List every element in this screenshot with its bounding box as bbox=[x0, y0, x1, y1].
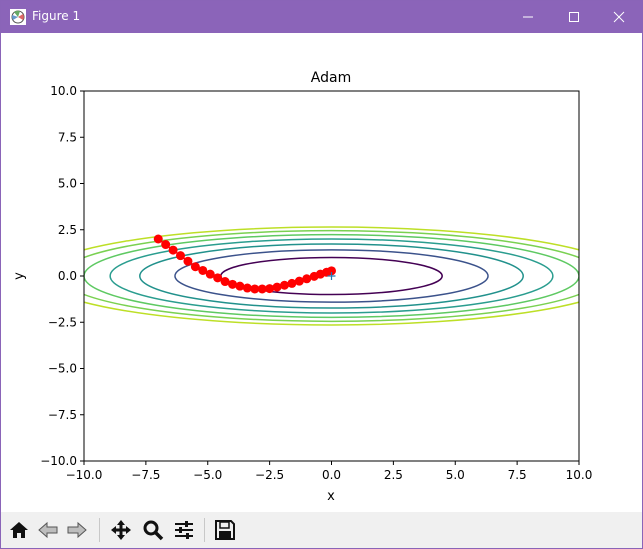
x-tick-label: 2.5 bbox=[384, 468, 403, 482]
navigation-toolbar bbox=[1, 512, 642, 548]
magnifier-icon bbox=[143, 520, 164, 541]
toolbar-separator bbox=[99, 518, 100, 542]
sliders-icon bbox=[175, 521, 193, 539]
chart-title: Adam bbox=[311, 70, 351, 86]
path-point bbox=[168, 245, 178, 255]
path-point bbox=[153, 234, 163, 244]
move-icon bbox=[111, 520, 131, 540]
forward-arrow-icon bbox=[67, 521, 87, 539]
y-tick-label: 2.5 bbox=[58, 223, 77, 237]
maximize-button[interactable] bbox=[551, 1, 597, 33]
y-tick-label: −7.5 bbox=[48, 408, 77, 422]
minimize-icon bbox=[523, 16, 533, 18]
minimize-button[interactable] bbox=[505, 1, 551, 33]
x-tick-label: 5.0 bbox=[446, 468, 465, 482]
y-tick-label: 5.0 bbox=[58, 177, 77, 191]
figure-window: Figure 1 Adam −10.0 −7.5 −5.0 −2.5 0.0 2.5 5. bbox=[0, 0, 643, 549]
x-tick-label: −7.5 bbox=[131, 468, 160, 482]
x-tick-label: 7.5 bbox=[508, 468, 527, 482]
pan-button[interactable] bbox=[108, 516, 134, 544]
x-tick-label: −10.0 bbox=[66, 468, 103, 482]
window-title: Figure 1 bbox=[32, 9, 81, 23]
x-tick-label: 0.0 bbox=[322, 468, 341, 482]
configure-subplots-button[interactable] bbox=[171, 516, 197, 544]
y-tick-label: 0.0 bbox=[58, 269, 77, 283]
y-tick-label: −10.0 bbox=[40, 454, 77, 468]
x-axis-ticks: −10.0 −7.5 −5.0 −2.5 0.0 2.5 5.0 7.5 10.0 bbox=[66, 461, 593, 482]
y-tick-label: −5.0 bbox=[48, 362, 77, 376]
title-bar[interactable]: Figure 1 bbox=[1, 1, 642, 33]
plot-svg: Adam −10.0 −7.5 −5.0 −2.5 0.0 2.5 5.0 7.5 10.0 1… bbox=[12, 70, 593, 504]
y-tick-label: 7.5 bbox=[58, 130, 77, 144]
x-tick-label: −5.0 bbox=[193, 468, 222, 482]
close-button[interactable] bbox=[596, 1, 642, 33]
zoom-button[interactable] bbox=[140, 516, 166, 544]
home-button[interactable] bbox=[6, 516, 32, 544]
y-axis-ticks: 10.0 7.5 5.0 2.5 0.0 −2.5 −5.0 −7.5 −10.0 bbox=[40, 84, 84, 468]
x-tick-label: 10.0 bbox=[566, 468, 593, 482]
y-tick-label: 10.0 bbox=[50, 84, 77, 98]
maximize-icon bbox=[569, 12, 579, 22]
back-button[interactable] bbox=[35, 516, 61, 544]
path-point bbox=[161, 240, 171, 250]
x-axis-label: x bbox=[327, 489, 335, 504]
matplotlib-logo-icon bbox=[10, 9, 26, 25]
save-button[interactable] bbox=[212, 516, 238, 544]
figure-canvas[interactable]: Adam −10.0 −7.5 −5.0 −2.5 0.0 2.5 5.0 7.5 10.0 1… bbox=[1, 33, 642, 512]
x-tick-label: −2.5 bbox=[255, 468, 284, 482]
floppy-disk-icon bbox=[215, 520, 235, 540]
path-point bbox=[265, 284, 275, 294]
close-icon bbox=[613, 11, 625, 23]
y-axis-label: y bbox=[12, 272, 27, 280]
forward-button[interactable] bbox=[64, 516, 90, 544]
home-icon bbox=[10, 522, 28, 538]
toolbar-separator bbox=[204, 518, 205, 542]
y-tick-label: −2.5 bbox=[48, 315, 77, 329]
back-arrow-icon bbox=[38, 521, 58, 539]
path-point bbox=[176, 251, 186, 261]
path-point bbox=[183, 256, 193, 266]
